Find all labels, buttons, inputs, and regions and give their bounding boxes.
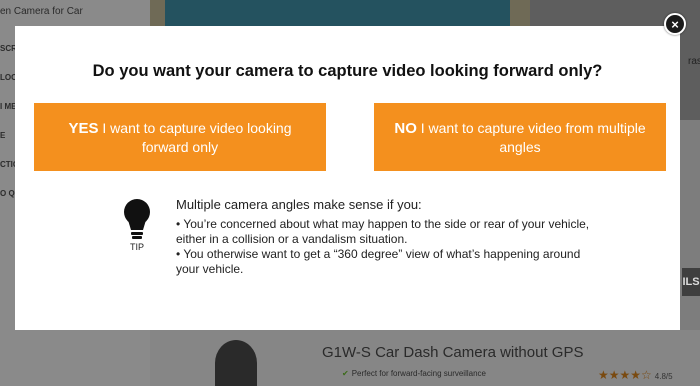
background-product-subtitle: ✔ Perfect for forward-facing surveillance [342, 369, 486, 378]
background-product-thumbnail [215, 340, 257, 386]
background-product-title: G1W-S Car Dash Camera without GPS [322, 344, 584, 361]
tip-list-item: • You’re concerned about what may happen… [176, 217, 590, 246]
no-multiple-angles-button[interactable]: NO I want to capture video from multiple… [374, 103, 666, 171]
background-rating-count: 4.8/5 [654, 372, 673, 381]
no-button-label: I want to capture video from multiple an… [416, 119, 646, 155]
yes-button-lead: YES [68, 119, 99, 137]
background-sidebar-label: E [0, 131, 6, 140]
checkmark-icon: ✔ [342, 369, 349, 378]
modal-question: Do you want your camera to capture video… [92, 62, 603, 80]
yes-forward-only-button[interactable]: YES I want to capture video looking forw… [34, 103, 326, 171]
no-button-lead: NO [394, 119, 417, 137]
yes-button-text: YES I want to capture video looking forw… [52, 119, 308, 156]
background-hero-image [165, 0, 510, 26]
no-button-text: NO I want to capture video from multiple… [392, 119, 648, 156]
tip-label: TIP [129, 242, 144, 252]
camera-direction-modal: Do you want your camera to capture video… [15, 26, 680, 330]
close-icon[interactable]: × [664, 13, 686, 35]
star-rating-icon: ★★★★☆ [598, 368, 652, 382]
tip-heading: Multiple camera angles make sense if you… [176, 197, 422, 212]
background-details-tab: ILS [682, 268, 700, 296]
background-breadcrumb: en Camera for Car [0, 6, 83, 17]
tip-list-item: • You otherwise want to get a “360 degre… [176, 247, 581, 276]
background-product-subtitle-text: Perfect for forward-facing surveillance [351, 369, 486, 378]
background-sidebar-label: I ME [0, 102, 17, 111]
yes-button-label: I want to capture video looking forward … [98, 119, 292, 155]
background-promo-text: ras [688, 56, 700, 67]
tip-list: • You’re concerned about what may happen… [176, 217, 596, 277]
background-product-rating: ★★★★☆ 4.8/5 [598, 368, 673, 382]
background-sidebar-label: O Q [0, 189, 15, 198]
